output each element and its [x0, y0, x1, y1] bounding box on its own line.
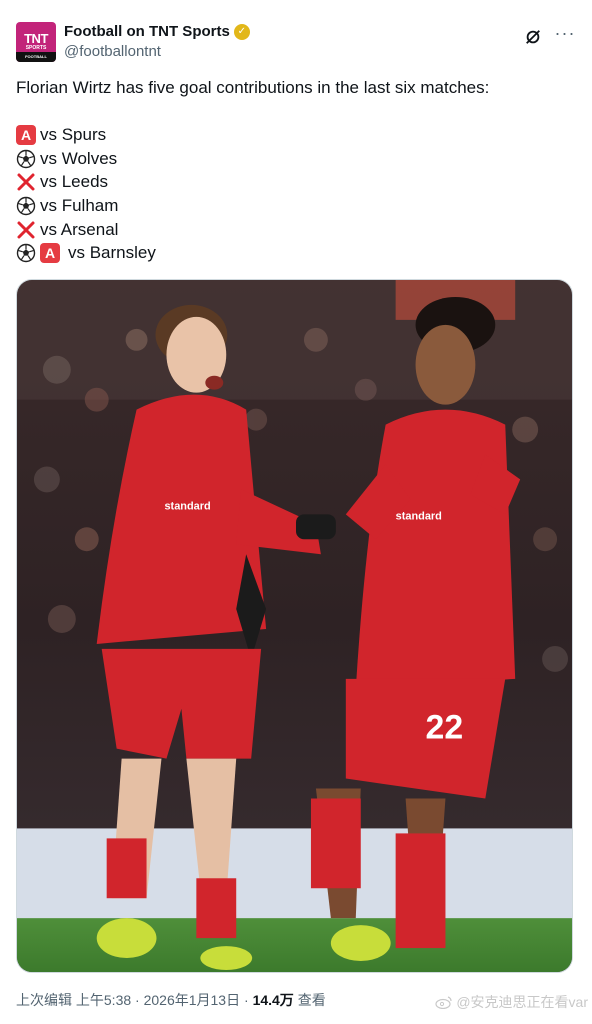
tweet-header: TNT SPORTS FOOTBALL Football on TNT Spor… [16, 22, 576, 66]
grok-icon[interactable] [522, 26, 544, 48]
watermark-text: @安克迪思正在看var [456, 994, 588, 1010]
display-name-text: Football on TNT Sports [64, 23, 230, 40]
avatar-logo-text: TNT [24, 30, 48, 46]
match-list-item: vs Leeds [16, 170, 576, 194]
match-label: vs Fulham [40, 195, 119, 215]
match-label: vs Wolves [40, 148, 118, 168]
weibo-icon [435, 996, 452, 1009]
view-count: 14.4万 [252, 992, 294, 1008]
meta-separator-2: · [244, 992, 249, 1008]
tweet-date[interactable]: 2026年1月13日 [144, 992, 241, 1008]
display-name[interactable]: Football on TNT Sports ✓ [64, 22, 250, 42]
match-list-item: Avs Spurs [16, 123, 576, 147]
match-label: vs Arsenal [40, 219, 119, 239]
football-icon [16, 243, 36, 263]
shorts-number: 22 [426, 709, 464, 747]
cross-mark-icon [16, 220, 36, 240]
match-label: vs Barnsley [68, 243, 156, 263]
account-handle[interactable]: @footballontnt [64, 42, 250, 62]
jersey-sponsor-left: standard [164, 500, 210, 512]
match-list-item: vs Wolves [16, 147, 576, 171]
tweet-text: Florian Wirtz has five goal contribution… [16, 78, 490, 97]
assist-icon: A [16, 124, 36, 145]
meta-separator: · [135, 992, 140, 1008]
tweet-body: Florian Wirtz has five goal contribution… [16, 76, 576, 100]
tweet-time[interactable]: 上午5:38 [76, 992, 131, 1008]
match-list-item: Avs Barnsley [16, 241, 576, 265]
jersey-sponsor-right: standard [396, 510, 442, 522]
cross-mark-icon [16, 172, 36, 192]
verified-badge-icon[interactable]: ✓ [233, 24, 250, 40]
avatar-logo-footer: FOOTBALL [16, 52, 56, 62]
tweet-meta: 上次编辑 上午5:38 · 2026年1月13日 · 14.4万 查看 [16, 990, 326, 1010]
football-icon [16, 149, 36, 169]
account-name-block: Football on TNT Sports ✓ @footballontnt [64, 22, 250, 62]
views-label: 查看 [297, 992, 326, 1008]
match-list-item: vs Fulham [16, 194, 576, 218]
assist-icon: A [40, 243, 60, 264]
match-label: vs Leeds [40, 172, 109, 192]
match-label: vs Spurs [40, 124, 107, 144]
match-list-item: vs Arsenal [16, 218, 576, 242]
weibo-watermark: @安克迪思正在看var [435, 992, 588, 1012]
avatar-logo-subtext: SPORTS [25, 44, 47, 51]
match-list: Avs Spurs vs Wolves vs Leeds vs Fulham vs Ar… [16, 123, 576, 265]
edited-label[interactable]: 上次编辑 [16, 992, 72, 1008]
football-icon [16, 196, 36, 216]
more-options-icon[interactable]: ··· [554, 24, 576, 48]
tweet-photo[interactable]: 22 standard standard [16, 279, 573, 973]
account-avatar[interactable]: TNT SPORTS FOOTBALL [16, 22, 56, 62]
photo-image: 22 standard standard [17, 280, 572, 972]
